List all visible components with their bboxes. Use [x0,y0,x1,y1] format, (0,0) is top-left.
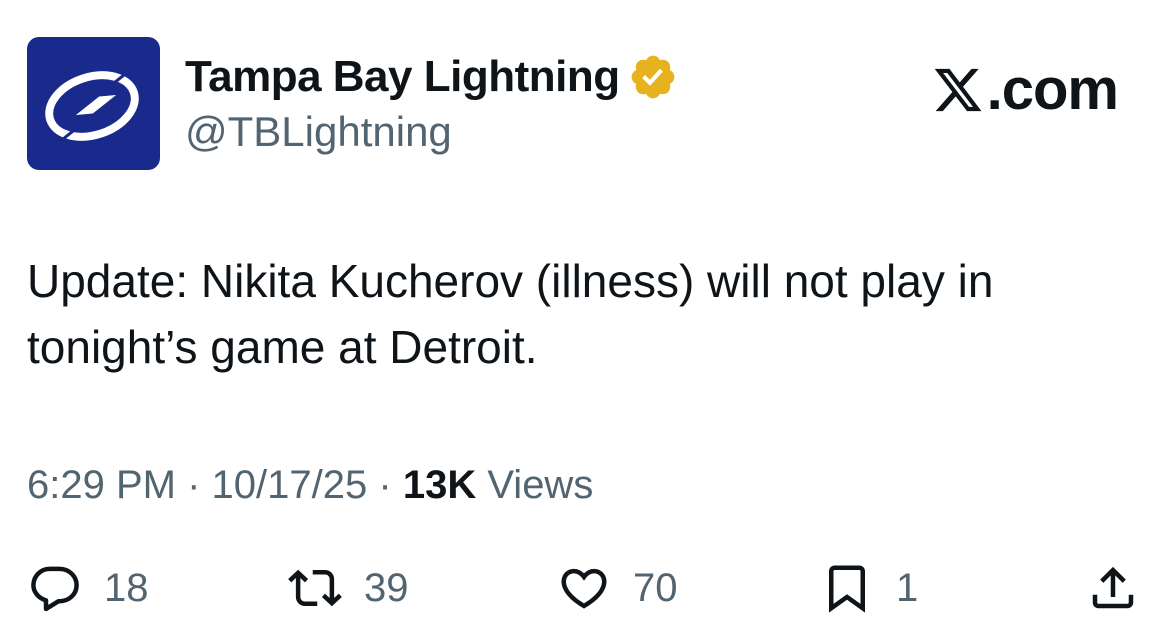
source-watermark: .com [931,56,1119,123]
meta-separator: · [187,463,201,507]
account-handle[interactable]: @TBLightning [185,108,452,156]
repost-count: 39 [364,565,409,610]
tweet-date[interactable]: 10/17/25 [212,463,368,507]
lightning-bolt-logo-icon [44,61,140,148]
display-name[interactable]: Tampa Bay Lightning [185,52,678,102]
display-name-text: Tampa Bay Lightning [185,52,620,101]
views-label: Views [487,463,594,507]
verified-badge-icon [631,55,674,99]
reply-button[interactable]: 18 [28,560,149,616]
x-logo-icon [934,68,982,111]
meta-separator: · [378,463,392,507]
views-count: 13K [402,463,477,507]
action-bar: 18 39 70 1 [0,560,1170,620]
repost-button[interactable]: 39 [288,560,409,616]
tweet-time[interactable]: 6:29 PM [27,463,176,507]
reply-icon [31,566,79,612]
heart-icon [561,568,607,609]
source-label: .com [986,57,1119,122]
tweet-text: Update: Nikita Kucherov (illness) will n… [27,255,994,373]
avatar[interactable] [27,37,160,170]
bookmark-icon [829,565,865,613]
repost-icon [288,569,342,607]
share-button[interactable] [1086,560,1140,616]
reply-count: 18 [104,565,149,610]
bookmark-button[interactable]: 1 [820,560,918,616]
like-button[interactable]: 70 [557,560,678,616]
bookmark-count: 1 [896,565,919,610]
like-count: 70 [633,565,678,610]
share-icon [1092,566,1134,609]
tweet-meta: 6:29 PM · 10/17/25 · 13K Views [27,463,593,508]
